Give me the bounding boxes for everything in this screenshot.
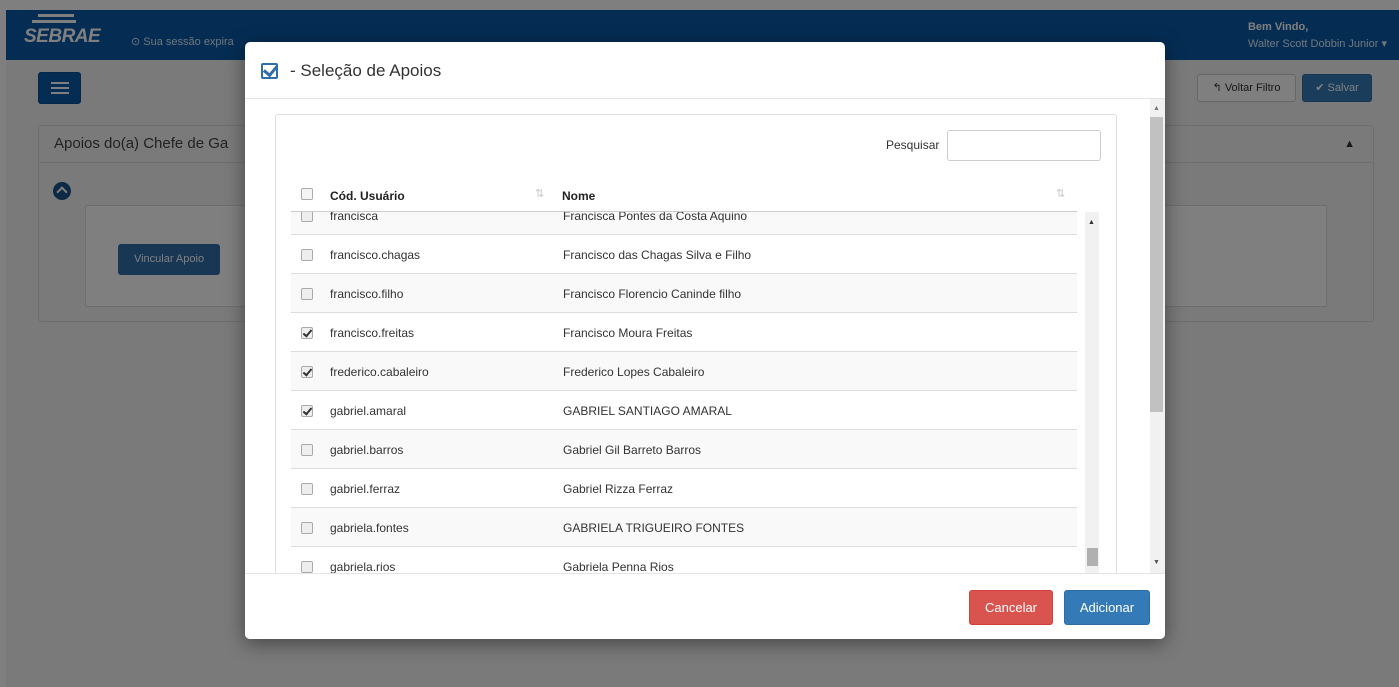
- row-cod-usuario: francisca: [330, 212, 379, 223]
- modal-scrollbar-thumb[interactable]: [1150, 117, 1163, 412]
- table-body-scroll[interactable]: francisca Francisca Pontes da Costa Aqui…: [291, 212, 1100, 573]
- column-header-nome[interactable]: Nome: [562, 189, 595, 203]
- select-all-checkbox[interactable]: [301, 188, 313, 200]
- table-row[interactable]: francisco.freitas Francisco Moura Freita…: [291, 313, 1077, 352]
- row-cod-usuario: gabriel.ferraz: [330, 482, 401, 496]
- row-checkbox[interactable]: [301, 249, 313, 261]
- row-nome: Francisco das Chagas Silva e Filho: [563, 248, 752, 262]
- table-row[interactable]: gabriela.fontes GABRIELA TRIGUEIRO FONTE…: [291, 508, 1077, 547]
- table-scrollbar-thumb[interactable]: [1087, 548, 1098, 566]
- modal-header: - Seleção de Apoios: [245, 42, 1165, 99]
- table-row[interactable]: gabriel.amaral GABRIEL SANTIAGO AMARAL: [291, 391, 1077, 430]
- row-nome: GABRIELA TRIGUEIRO FONTES: [563, 521, 745, 535]
- row-nome: Gabriela Penna Rios: [563, 560, 674, 573]
- modal-title: - Seleção de Apoios: [290, 61, 442, 80]
- table-row[interactable]: francisca Francisca Pontes da Costa Aqui…: [291, 212, 1077, 235]
- sort-icon[interactable]: ⇅: [1056, 187, 1065, 200]
- table-row[interactable]: gabriela.rios Gabriela Penna Rios: [291, 547, 1077, 573]
- row-cod-usuario: gabriel.amaral: [330, 404, 407, 418]
- modal-footer: Cancelar Adicionar: [245, 573, 1165, 639]
- table-row[interactable]: gabriel.ferraz Gabriel Rizza Ferraz: [291, 469, 1077, 508]
- scroll-up-arrow-icon[interactable]: ▲: [1088, 219, 1095, 226]
- table-container: Pesquisar Cód. Usuário ⇅ Nome ⇅ francisc…: [275, 114, 1117, 573]
- row-checkbox-checked[interactable]: [301, 366, 313, 378]
- row-cod-usuario: gabriela.rios: [330, 560, 396, 573]
- row-cod-usuario: frederico.cabaleiro: [330, 365, 429, 379]
- modal-body: Pesquisar Cód. Usuário ⇅ Nome ⇅ francisc…: [245, 99, 1165, 573]
- table-row[interactable]: francisco.filho Francisco Florencio Cani…: [291, 274, 1077, 313]
- search-label: Pesquisar: [886, 138, 940, 152]
- row-cod-usuario: francisco.freitas: [330, 326, 415, 340]
- selecao-apoios-modal: - Seleção de Apoios Pesquisar Cód. Usuár…: [245, 42, 1165, 639]
- row-nome: Gabriel Gil Barreto Barros: [563, 443, 702, 457]
- scroll-up-arrow-icon[interactable]: ▲: [1153, 105, 1160, 112]
- row-cod-usuario: gabriela.fontes: [330, 521, 409, 535]
- adicionar-button[interactable]: Adicionar: [1064, 590, 1150, 625]
- row-nome: Frederico Lopes Cabaleiro: [563, 365, 705, 379]
- search-input[interactable]: [947, 130, 1101, 161]
- table-row[interactable]: gabriel.barros Gabriel Gil Barreto Barro…: [291, 430, 1077, 469]
- table-rows: francisca Francisca Pontes da Costa Aqui…: [291, 212, 1077, 573]
- row-cod-usuario: francisco.chagas: [330, 248, 421, 262]
- row-checkbox[interactable]: [301, 212, 313, 222]
- table-row[interactable]: frederico.cabaleiro Frederico Lopes Caba…: [291, 352, 1077, 391]
- row-checkbox[interactable]: [301, 561, 313, 573]
- row-checkbox[interactable]: [301, 522, 313, 534]
- row-nome: Gabriel Rizza Ferraz: [563, 482, 674, 496]
- table-row[interactable]: francisco.chagas Francisco das Chagas Si…: [291, 235, 1077, 274]
- row-nome: Francisca Pontes da Costa Aquino: [563, 212, 748, 223]
- checkbox-checked-icon: [261, 63, 278, 79]
- table-scrollbar[interactable]: [1085, 212, 1099, 573]
- cancelar-button[interactable]: Cancelar: [969, 590, 1053, 625]
- row-cod-usuario: gabriel.barros: [330, 443, 404, 457]
- column-header-cod-usuario[interactable]: Cód. Usuário: [330, 189, 405, 203]
- row-checkbox-checked[interactable]: [301, 405, 313, 417]
- row-nome: Francisco Florencio Caninde filho: [563, 287, 742, 301]
- row-checkbox-checked[interactable]: [301, 327, 313, 339]
- table-header: Cód. Usuário ⇅ Nome ⇅: [291, 181, 1077, 212]
- row-checkbox[interactable]: [301, 444, 313, 456]
- row-cod-usuario: francisco.filho: [330, 287, 404, 301]
- sort-icon[interactable]: ⇅: [535, 187, 544, 200]
- scroll-down-arrow-icon[interactable]: ▼: [1153, 559, 1160, 566]
- row-checkbox[interactable]: [301, 288, 313, 300]
- row-nome: Francisco Moura Freitas: [563, 326, 693, 340]
- row-nome: GABRIEL SANTIAGO AMARAL: [563, 404, 732, 418]
- row-checkbox[interactable]: [301, 483, 313, 495]
